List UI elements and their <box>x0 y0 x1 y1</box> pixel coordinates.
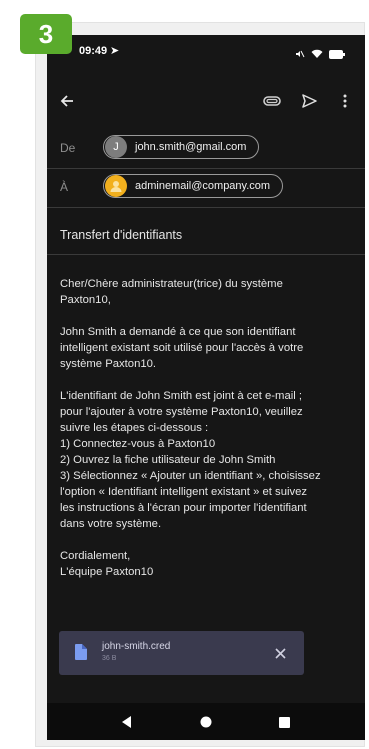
circle-home-icon <box>200 716 212 728</box>
body-line: système Paxton10. <box>60 358 157 370</box>
attachment-card[interactable]: john-smith.cred 36 B <box>59 631 304 675</box>
email-body[interactable]: Cher/Chère administrateur(trice) du syst… <box>60 276 360 596</box>
arrow-left-icon <box>60 95 73 107</box>
to-row: À adminemail@company.com <box>47 169 365 208</box>
remove-attachment-button[interactable] <box>270 643 290 663</box>
more-options-button[interactable] <box>333 89 357 113</box>
send-button[interactable] <box>297 89 321 113</box>
body-line: pour l'ajouter à votre système Paxton10,… <box>60 406 303 418</box>
triangle-back-icon <box>122 716 131 728</box>
person-icon <box>110 181 122 192</box>
attach-button[interactable] <box>260 89 284 113</box>
from-row: De J john.smith@gmail.com <box>47 130 365 169</box>
to-email: adminemail@company.com <box>135 180 271 192</box>
back-button[interactable] <box>55 89 79 113</box>
instructions-paragraph: L'identifiant de John Smith est joint à … <box>60 388 360 532</box>
close-icon <box>274 647 286 659</box>
step-number: 3 <box>38 18 54 49</box>
paperclip-icon <box>263 96 281 106</box>
status-icons <box>295 46 345 64</box>
request-paragraph: John Smith a demandé à ce que son identi… <box>60 324 360 372</box>
body-line: L'équipe Paxton10 <box>60 566 154 578</box>
location-arrow-icon: ➤ <box>110 45 120 57</box>
battery-icon <box>329 46 345 64</box>
from-chip[interactable]: J john.smith@gmail.com <box>103 135 260 159</box>
body-line: Paxton10, <box>60 294 111 306</box>
nav-back-button[interactable] <box>116 711 138 733</box>
attachment-name: john-smith.cred <box>102 641 171 652</box>
email-compose-screen: 09:49 ➤ De J john.smith@gmail.com À admi… <box>47 35 365 740</box>
status-bar: 09:49 ➤ <box>47 35 365 69</box>
body-line: intelligent existant soit utilisé pour l… <box>60 342 304 354</box>
wifi-icon <box>311 46 323 64</box>
file-icon <box>75 644 87 665</box>
nav-recents-button[interactable] <box>273 711 295 733</box>
send-icon <box>301 94 317 108</box>
mute-icon <box>295 46 305 64</box>
body-line: 1) Connectez-vous à Paxton10 <box>60 438 216 450</box>
body-line: l'option « Identifiant intelligent exist… <box>60 486 308 498</box>
to-chip[interactable]: adminemail@company.com <box>103 174 284 198</box>
avatar-initial: J <box>113 141 119 153</box>
greeting-paragraph: Cher/Chère administrateur(trice) du syst… <box>60 276 360 308</box>
status-time: 09:49 <box>79 45 108 57</box>
body-line: les instructions à l'écran pour importer… <box>60 502 307 514</box>
body-line: dans votre système. <box>60 518 162 530</box>
body-line: Cordialement, <box>60 550 131 562</box>
avatar <box>105 175 127 197</box>
body-line: 2) Ouvrez la fiche utilisateur de John S… <box>60 454 276 466</box>
nav-home-button[interactable] <box>195 711 217 733</box>
square-recents-icon <box>278 716 290 728</box>
step-number-badge: 3 <box>20 14 72 54</box>
body-line: L'identifiant de John Smith est joint à … <box>60 390 303 402</box>
to-label: À <box>60 180 69 194</box>
body-line: 3) Sélectionnez « Ajouter un identifiant… <box>60 470 321 482</box>
body-line: Cher/Chère administrateur(trice) du syst… <box>60 278 283 290</box>
navigation-bar <box>47 703 365 740</box>
from-email: john.smith@gmail.com <box>135 141 247 153</box>
compose-toolbar <box>47 85 365 117</box>
body-line: John Smith a demandé à ce que son identi… <box>60 326 296 338</box>
avatar: J <box>105 136 127 158</box>
more-vert-icon <box>343 94 347 108</box>
subject-text: Transfert d'identifiants <box>60 228 183 242</box>
signoff-paragraph: Cordialement, L'équipe Paxton10 <box>60 548 360 580</box>
from-label: De <box>60 141 76 155</box>
attachment-size: 36 B <box>102 655 117 662</box>
body-line: suivre les étapes ci-dessous : <box>60 422 209 434</box>
